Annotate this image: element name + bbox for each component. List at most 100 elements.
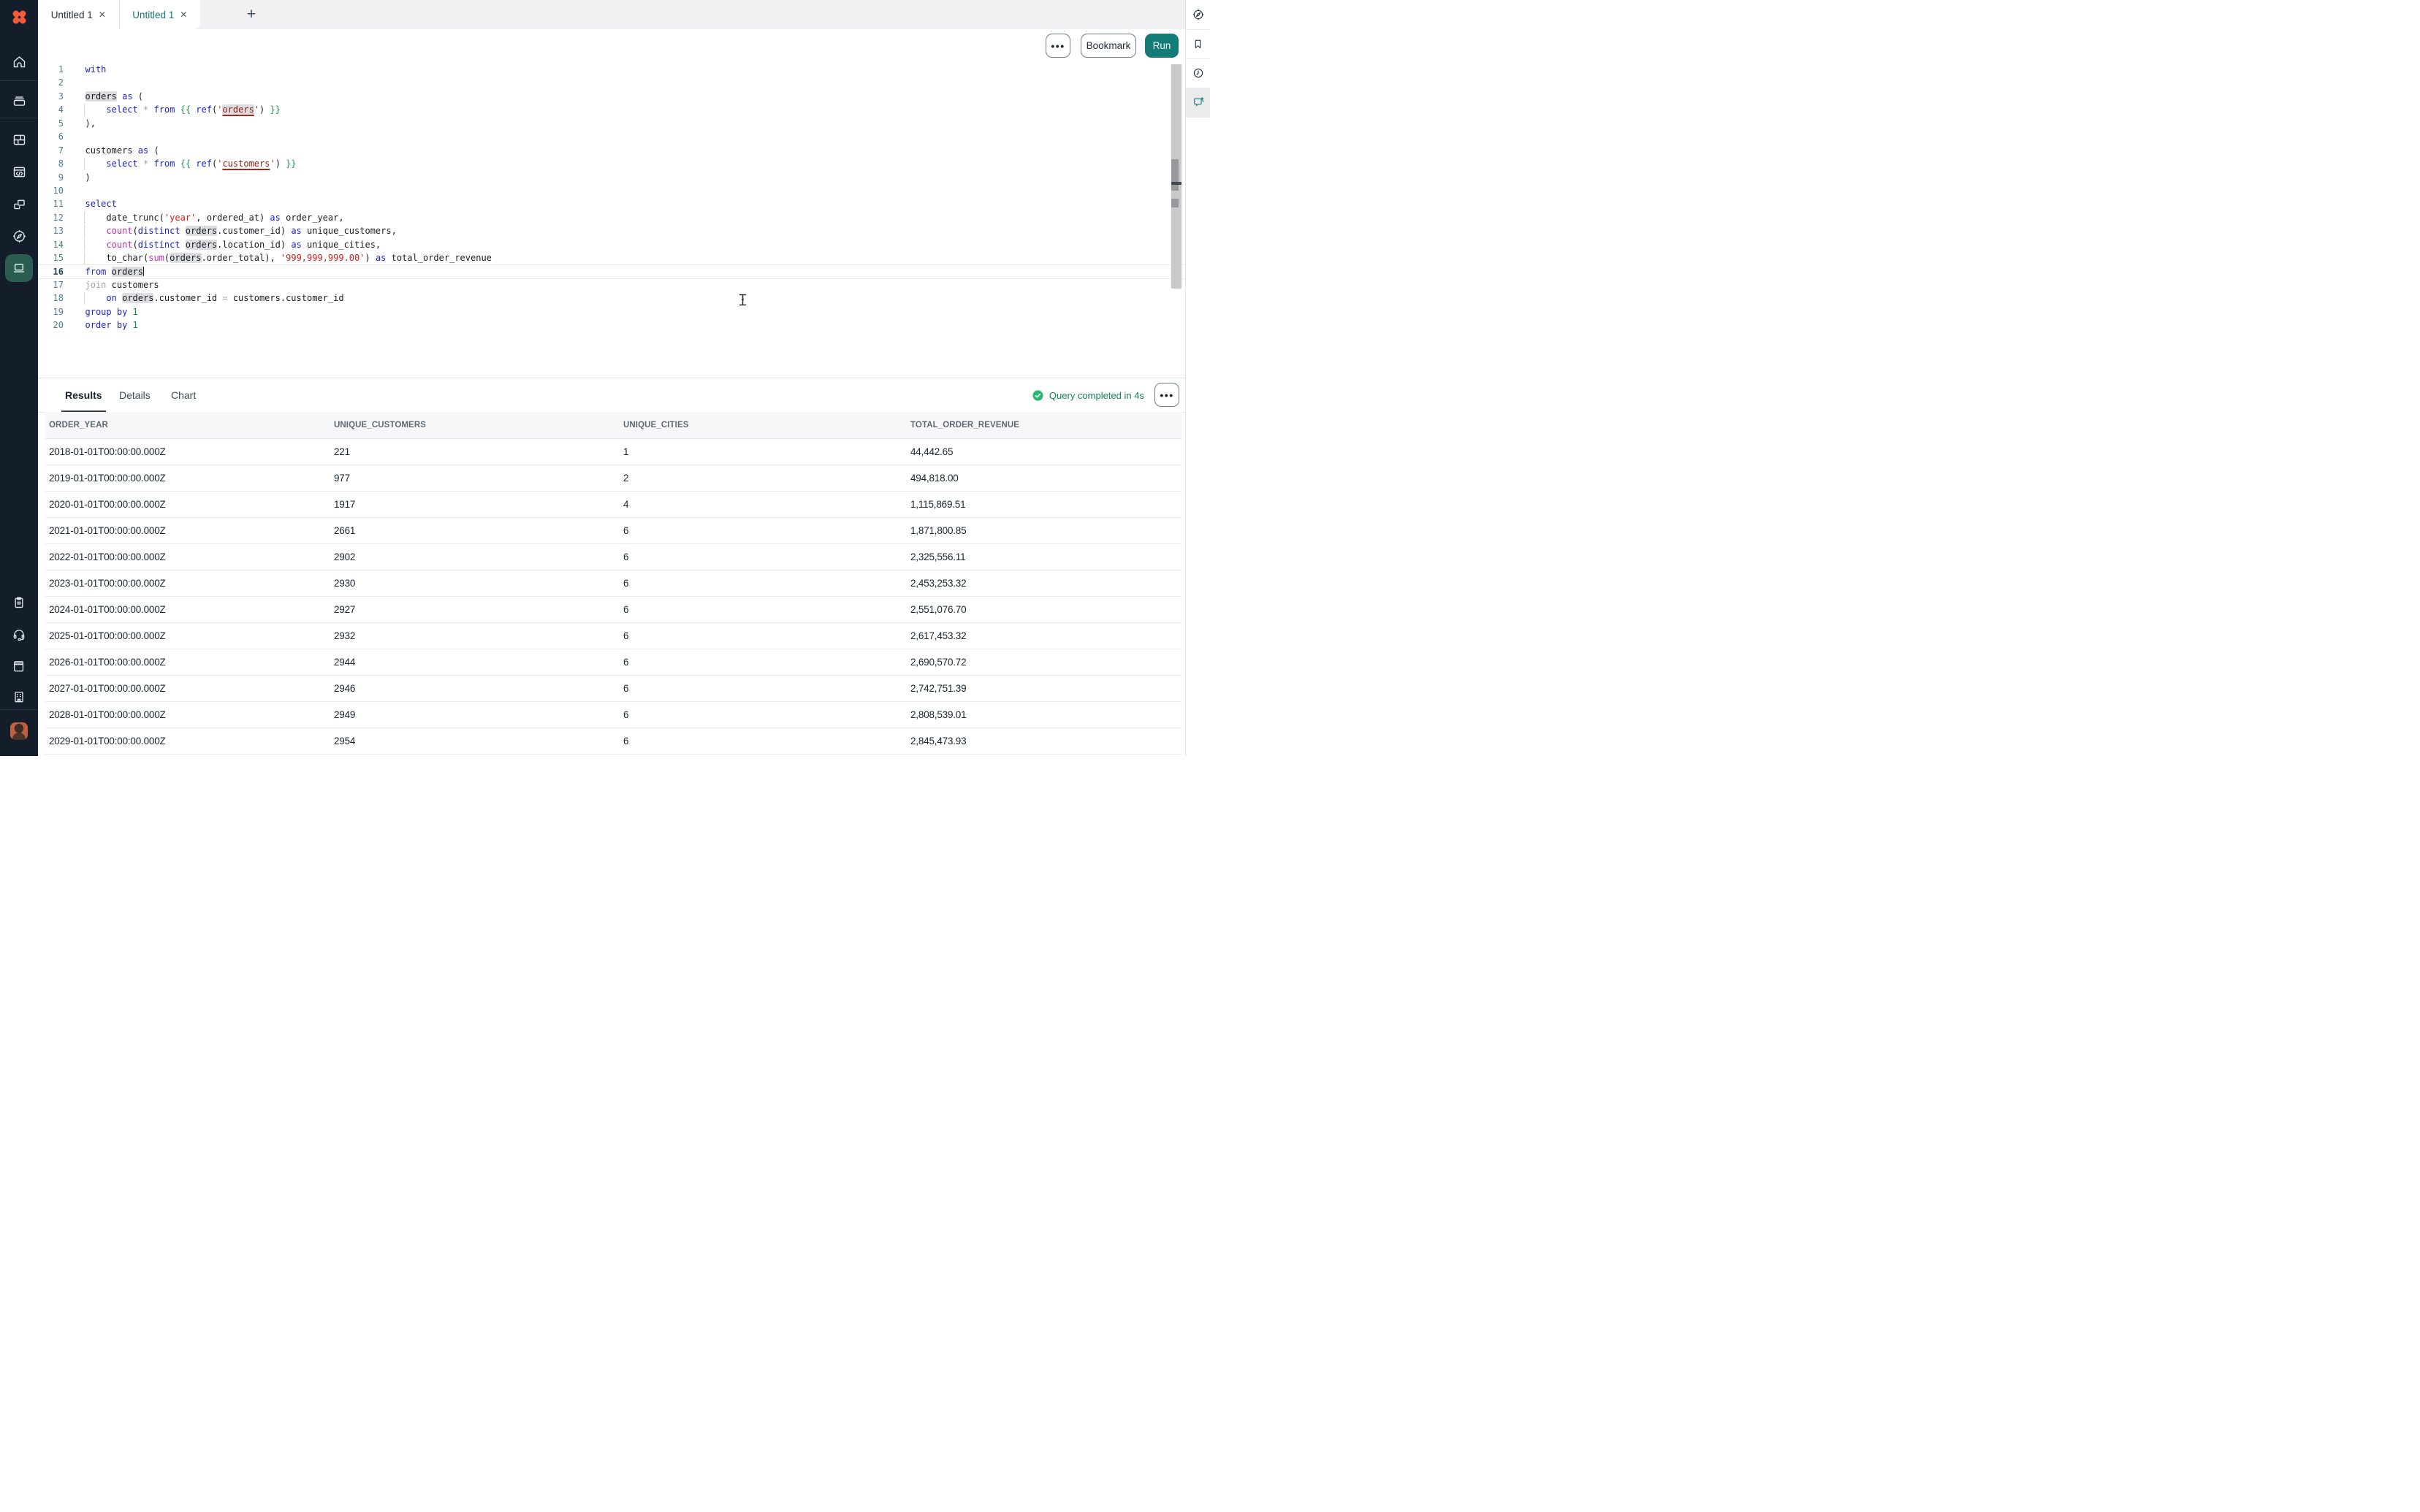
table-cell: 2026-01-01T00:00:00.000Z <box>45 649 330 675</box>
table-cell: 2,617,453.32 <box>907 623 1182 649</box>
run-button[interactable]: Run <box>1145 34 1179 58</box>
table-row: 2030-01-01T00:00:00.000Z287961,841,049.3… <box>45 755 1182 756</box>
table-cell: 2 <box>620 465 907 491</box>
table-cell: 2030-01-01T00:00:00.000Z <box>45 755 330 756</box>
compass-icon[interactable] <box>1186 0 1210 29</box>
code-line-20[interactable]: 20order by 1 <box>38 318 1185 332</box>
table-cell: 2019-01-01T00:00:00.000Z <box>45 465 330 491</box>
bookmark-button[interactable]: Bookmark <box>1081 34 1136 58</box>
code-line-6[interactable]: 6 <box>38 130 1185 143</box>
table-row: 2028-01-01T00:00:00.000Z294962,808,539.0… <box>45 702 1182 728</box>
table-cell: 1 <box>620 439 907 465</box>
table-cell: 2930 <box>330 570 620 596</box>
code-line-2[interactable]: 2 <box>38 76 1185 89</box>
new-tab-plus-icon[interactable]: + <box>241 4 262 25</box>
docs-book-icon[interactable] <box>0 652 38 681</box>
user-avatar[interactable] <box>10 722 28 740</box>
column-header[interactable]: TOTAL_ORDER_REVENUE <box>907 412 1182 438</box>
scrollbar-thumb[interactable] <box>1171 159 1179 191</box>
scrollbar-thumb[interactable] <box>1171 199 1179 207</box>
code-line-17[interactable]: 17join customers <box>38 278 1185 291</box>
editor-scrollbar[interactable] <box>1171 64 1182 289</box>
tab-strip: Untitled 1 ✕ Untitled 1 ✕ <box>38 0 200 29</box>
code-line-19[interactable]: 19group by 1 <box>38 305 1185 318</box>
right-rail <box>1185 0 1210 756</box>
windows-icon[interactable] <box>0 190 38 219</box>
code-line-12[interactable]: 12 date_trunc('year', ordered_at) as ord… <box>38 211 1185 224</box>
table-cell: 6 <box>620 518 907 543</box>
table-cell: 2949 <box>330 702 620 728</box>
code-line-8[interactable]: 8 select * from {{ ref('customers') }} <box>38 157 1185 170</box>
terminal-laptop-icon-active[interactable] <box>5 254 33 282</box>
line-number: 13 <box>38 224 64 237</box>
org-building-icon[interactable] <box>0 682 38 711</box>
code-line-10[interactable]: 10 <box>38 184 1185 197</box>
code-line-4[interactable]: 4 select * from {{ ref('orders') }} <box>38 103 1185 116</box>
more-options-button[interactable]: ••• <box>1046 34 1070 58</box>
line-number: 19 <box>38 305 64 318</box>
compass-icon[interactable] <box>0 221 38 251</box>
table-cell: 2,325,556.11 <box>907 544 1182 570</box>
code-line-11[interactable]: 11select <box>38 197 1185 210</box>
tab-details[interactable]: Details <box>119 378 151 412</box>
table-row: 2022-01-01T00:00:00.000Z290262,325,556.1… <box>45 544 1182 570</box>
table-cell: 1917 <box>330 492 620 517</box>
apps-grid-icon[interactable] <box>0 125 38 154</box>
results-more-button[interactable]: ••• <box>1154 383 1179 407</box>
line-number: 4 <box>38 103 64 116</box>
code-window-icon[interactable] <box>0 157 38 186</box>
table-cell: 2661 <box>330 518 620 543</box>
hex-logo-icon[interactable] <box>0 0 38 34</box>
table-cell: 2944 <box>330 649 620 675</box>
history-clock-icon[interactable] <box>1186 58 1210 88</box>
tab-label: Untitled 1 <box>132 9 174 20</box>
code-line-9[interactable]: 9) <box>38 171 1185 184</box>
table-cell: 2029-01-01T00:00:00.000Z <box>45 728 330 754</box>
ai-chat-sparkle-icon[interactable] <box>1186 88 1210 117</box>
home-icon[interactable] <box>0 47 38 76</box>
sql-code-editor[interactable]: 1with23orders as (4 select * from {{ ref… <box>38 62 1185 378</box>
sidebar-divider <box>0 80 38 81</box>
tab-chart[interactable]: Chart <box>171 378 196 412</box>
projects-tray-icon[interactable] <box>0 85 38 115</box>
table-cell: 2932 <box>330 623 620 649</box>
table-cell: 2018-01-01T00:00:00.000Z <box>45 439 330 465</box>
table-cell: 6 <box>620 676 907 701</box>
code-line-1[interactable]: 1with <box>38 63 1185 76</box>
table-cell: 1,871,800.85 <box>907 518 1182 543</box>
code-line-15[interactable]: 15 to_char(sum(orders.order_total), '999… <box>38 251 1185 264</box>
bookmark-icon[interactable] <box>1186 29 1210 58</box>
close-icon[interactable]: ✕ <box>99 9 106 20</box>
line-number: 1 <box>38 63 64 76</box>
line-number: 5 <box>38 117 64 130</box>
code-lines: 1with23orders as (4 select * from {{ ref… <box>38 63 1185 332</box>
support-headset-icon[interactable] <box>0 620 38 649</box>
tab-untitled-2[interactable]: Untitled 1 ✕ <box>119 0 201 29</box>
code-line-5[interactable]: 5), <box>38 117 1185 130</box>
column-header[interactable]: UNIQUE_CITIES <box>620 412 907 438</box>
close-icon[interactable]: ✕ <box>180 9 187 20</box>
table-cell: 6 <box>620 702 907 728</box>
code-line-7[interactable]: 7customers as ( <box>38 144 1185 157</box>
code-line-18[interactable]: 18 on orders.customer_id = customers.cus… <box>38 291 1185 305</box>
tab-untitled-1[interactable]: Untitled 1 ✕ <box>38 0 119 29</box>
line-number: 11 <box>38 197 64 210</box>
table-cell: 6 <box>620 649 907 675</box>
code-line-13[interactable]: 13 count(distinct orders.customer_id) as… <box>38 224 1185 237</box>
tab-results[interactable]: Results <box>65 378 102 412</box>
code-line-16[interactable]: 16from orders <box>38 265 1185 278</box>
clipboard-icon[interactable] <box>0 588 38 617</box>
table-cell: 2,551,076.70 <box>907 597 1182 622</box>
table-cell: 977 <box>330 465 620 491</box>
code-line-14[interactable]: 14 count(distinct orders.location_id) as… <box>38 238 1185 251</box>
table-cell: 2025-01-01T00:00:00.000Z <box>45 623 330 649</box>
table-cell: 221 <box>330 439 620 465</box>
table-row: 2023-01-01T00:00:00.000Z293062,453,253.3… <box>45 570 1182 597</box>
table-row: 2026-01-01T00:00:00.000Z294462,690,570.7… <box>45 649 1182 676</box>
column-header[interactable]: ORDER_YEAR <box>45 412 330 438</box>
column-header[interactable]: UNIQUE_CUSTOMERS <box>330 412 620 438</box>
code-line-3[interactable]: 3orders as ( <box>38 90 1185 103</box>
line-number: 14 <box>38 238 64 251</box>
table-cell: 494,818.00 <box>907 465 1182 491</box>
table-cell: 2,845,473.93 <box>907 728 1182 754</box>
